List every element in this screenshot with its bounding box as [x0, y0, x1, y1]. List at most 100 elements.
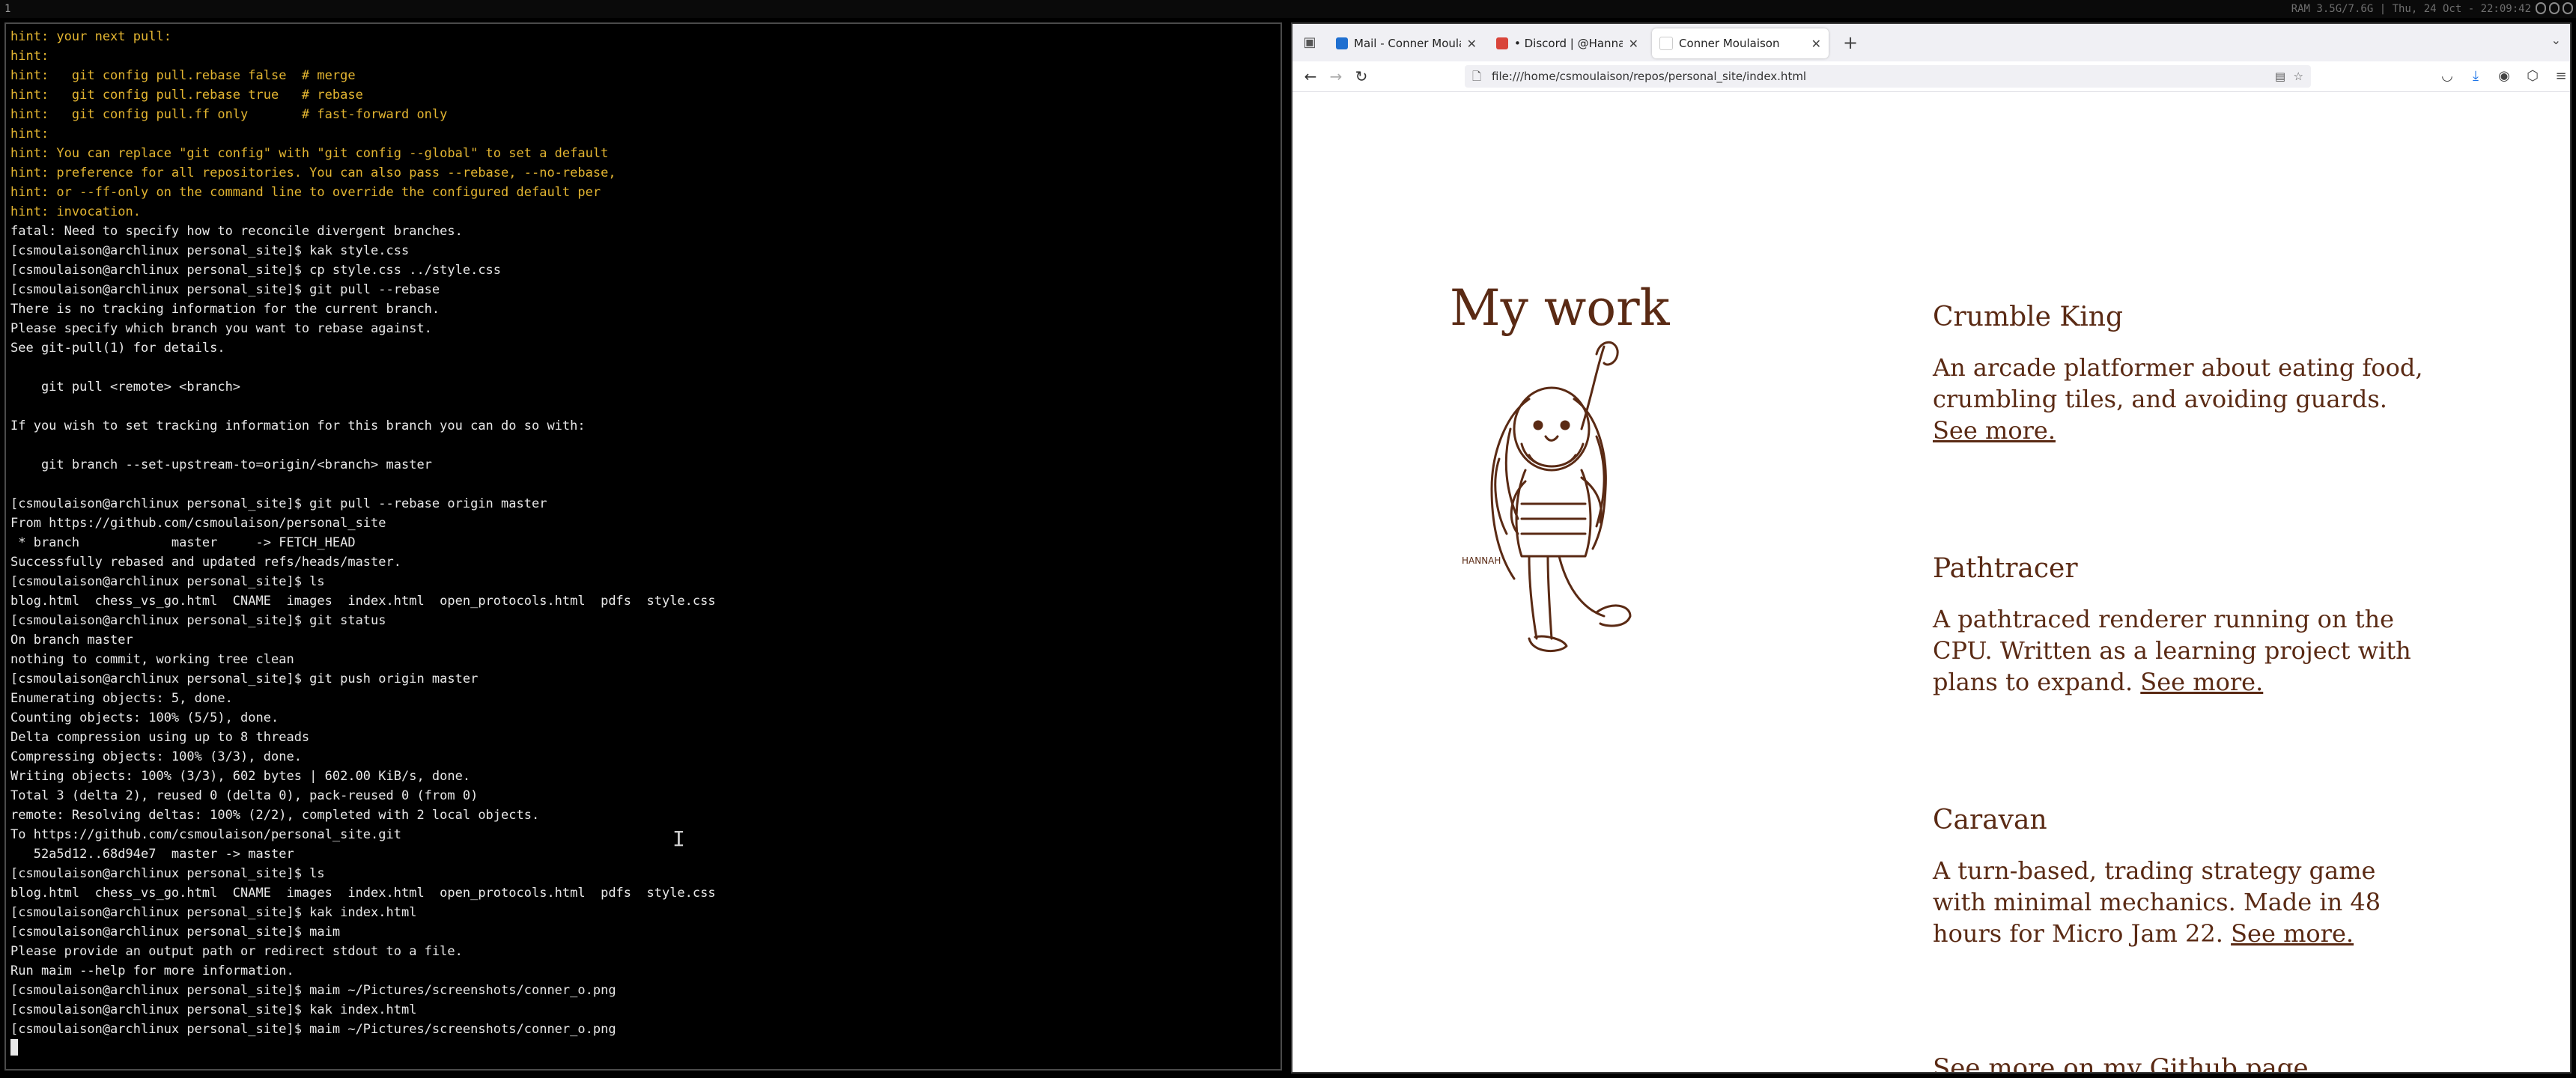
system-tray	[2536, 2, 2573, 16]
tab-title: Mail - Conner Moulaison	[1354, 37, 1461, 50]
terminal-line: nothing to commit, working tree clean	[10, 652, 294, 667]
web-page-content: My work HANNAH Crumble King An arcade pl…	[1292, 92, 2570, 1072]
terminal-line: Enumerating objects: 5, done.	[10, 691, 233, 706]
terminal-line: [csmoulaison@archlinux personal_site]$ g…	[10, 496, 547, 511]
terminal-line: [csmoulaison@archlinux personal_site]$ k…	[10, 1002, 417, 1017]
tab-title: Conner Moulaison	[1679, 37, 1780, 50]
forward-icon[interactable]: →	[1325, 66, 1346, 87]
terminal-line: [csmoulaison@archlinux personal_site]$ g…	[10, 282, 440, 297]
reload-icon[interactable]: ↻	[1351, 66, 1372, 87]
project-title: Crumble King	[1933, 302, 2124, 332]
tab-list-icon[interactable]: ▣	[1300, 33, 1319, 52]
bookmark-star-icon[interactable]: ☆	[2294, 65, 2303, 88]
terminal-line: hint: invocation.	[10, 204, 141, 219]
terminal-line: [csmoulaison@archlinux personal_site]$ m…	[10, 983, 616, 998]
terminal-line: [csmoulaison@archlinux personal_site]$ l…	[10, 866, 325, 881]
list-all-tabs-icon[interactable]: ⌄	[2551, 33, 2561, 47]
tray-icon[interactable]	[2536, 2, 2546, 14]
illustration-signature: HANNAH	[1462, 555, 1501, 566]
project-description: A pathtraced renderer running on the CPU…	[1933, 605, 2411, 696]
terminal-line: Writing objects: 100% (3/3), 602 bytes |…	[10, 769, 471, 784]
project-crumble-king: Crumble King An arcade platformer about …	[1933, 302, 2427, 446]
see-more-link[interactable]: See more.	[1933, 416, 2056, 445]
terminal-line: [csmoulaison@archlinux personal_site]$ l…	[10, 574, 325, 589]
downloads-icon[interactable]: ⤓	[2465, 66, 2486, 87]
terminal-line: [csmoulaison@archlinux personal_site]$ c…	[10, 263, 502, 278]
terminal-line: 52a5d12..68d94e7 master -> master	[10, 847, 294, 862]
terminal-prompt-line[interactable]	[10, 1039, 1276, 1059]
terminal-line: If you wish to set tracking information …	[10, 418, 586, 433]
terminal-line: [csmoulaison@archlinux personal_site]$ m…	[10, 925, 341, 940]
extensions-icon[interactable]: ⬡	[2522, 66, 2543, 87]
terminal-line: hint:	[10, 127, 49, 141]
status-bar: 1 RAM 3.5G/7.6G | Thu, 24 Oct - 22:09:42	[0, 0, 2576, 18]
project-description: A turn-based, trading strategy game with…	[1933, 856, 2381, 948]
navigation-toolbar: ← → ↻ 🗋 file:///home/csmoulaison/repos/p…	[1292, 61, 2570, 92]
terminal-block-cursor	[10, 1039, 18, 1056]
terminal-line: hint: your next pull:	[10, 29, 171, 44]
pocket-icon[interactable]: ◡	[2437, 66, 2458, 87]
terminal-window[interactable]: hint: your next pull: hint: hint: git conf…	[4, 22, 1282, 1071]
see-more-link[interactable]: See more.	[2140, 668, 2263, 696]
terminal-line: [csmoulaison@archlinux personal_site]$ m…	[10, 1022, 616, 1037]
terminal-output: hint: your next pull: hint: hint: git conf…	[10, 27, 1276, 1069]
terminal-line: [csmoulaison@archlinux personal_site]$ g…	[10, 672, 479, 686]
url-text[interactable]: file:///home/csmoulaison/repos/personal_…	[1492, 65, 1806, 88]
terminal-line: [csmoulaison@archlinux personal_site]$ k…	[10, 905, 417, 920]
terminal-line: Total 3 (delta 2), reused 0 (delta 0), p…	[10, 788, 479, 803]
tab-discord[interactable]: • Discord | @HannahBee ✕	[1489, 28, 1646, 58]
terminal-line: hint: git config pull.rebase true # reba…	[10, 88, 363, 103]
tray-icon[interactable]	[2549, 2, 2560, 14]
character-illustration: HANNAH	[1462, 341, 1632, 653]
terminal-line: Run maim --help for more information.	[10, 963, 294, 978]
terminal-line: Successfully rebased and updated refs/he…	[10, 555, 401, 570]
terminal-line: From https://github.com/csmoulaison/pers…	[10, 516, 386, 531]
terminal-line: blog.html chess_vs_go.html CNAME images …	[10, 594, 716, 609]
file-page-icon: 🗋	[1472, 70, 1482, 83]
tab-title: • Discord | @HannahBee	[1514, 37, 1623, 50]
tab-mail[interactable]: Mail - Conner Moulaison ✕	[1328, 28, 1484, 58]
terminal-line: Compressing objects: 100% (3/3), done.	[10, 749, 302, 764]
terminal-line: hint:	[10, 49, 49, 64]
system-status-text: RAM 3.5G/7.6G | Thu, 24 Oct - 22:09:42	[2291, 3, 2531, 15]
workspace-indicator[interactable]: 1	[4, 0, 10, 18]
terminal-line: git pull <remote> <branch>	[10, 380, 241, 395]
terminal-line: * branch master -> FETCH_HEAD	[10, 535, 356, 550]
terminal-line: [csmoulaison@archlinux personal_site]$ k…	[10, 243, 410, 258]
terminal-line: git branch --set-upstream-to=origin/<bra…	[10, 457, 432, 472]
project-description: An arcade platformer about eating food, …	[1933, 353, 2423, 445]
project-caravan: Caravan A turn-based, trading strategy g…	[1933, 805, 2427, 949]
close-tab-icon[interactable]: ✕	[1629, 37, 1638, 51]
terminal-line: Counting objects: 100% (5/5), done.	[10, 710, 279, 725]
close-tab-icon[interactable]: ✕	[1811, 37, 1821, 51]
tab-bar: ▣ Mail - Conner Moulaison ✕ • Discord | …	[1292, 24, 2570, 61]
close-tab-icon[interactable]: ✕	[1467, 37, 1477, 51]
terminal-line: hint: git config pull.ff only # fast-for…	[10, 107, 448, 122]
reader-view-icon[interactable]: ▤	[2275, 65, 2285, 88]
terminal-line: There is no tracking information for the…	[10, 302, 440, 317]
browser-window: ▣ Mail - Conner Moulaison ✕ • Discord | …	[1291, 22, 2572, 1074]
new-tab-button[interactable]: +	[1839, 31, 1862, 54]
discord-favicon-icon	[1496, 37, 1508, 49]
project-title: Caravan	[1933, 805, 2047, 835]
back-icon[interactable]: ←	[1300, 66, 1321, 87]
github-page-link[interactable]: See more on my Github page.	[1933, 1053, 2316, 1072]
url-bar[interactable]: 🗋 file:///home/csmoulaison/repos/persona…	[1465, 65, 2311, 88]
terminal-line: On branch master	[10, 633, 133, 648]
terminal-line: Please provide an output path or redirec…	[10, 944, 463, 959]
terminal-line: remote: Resolving deltas: 100% (2/2), co…	[10, 808, 540, 823]
tray-icon[interactable]	[2563, 2, 2573, 14]
terminal-line: hint: You can replace "git config" with …	[10, 146, 609, 161]
project-title: Pathtracer	[1933, 553, 2078, 584]
tab-conner-moulaison[interactable]: Conner Moulaison ✕	[1652, 28, 1829, 58]
terminal-line: To https://github.com/csmoulaison/person…	[10, 827, 401, 842]
see-more-link[interactable]: See more.	[2231, 919, 2354, 948]
account-icon[interactable]: ◉	[2494, 66, 2515, 87]
menu-icon[interactable]: ≡	[2551, 66, 2570, 87]
project-pathtracer: Pathtracer A pathtraced renderer running…	[1933, 553, 2427, 698]
terminal-line: hint: or --ff-only on the command line t…	[10, 185, 601, 200]
text-cursor-icon: I	[672, 826, 685, 851]
